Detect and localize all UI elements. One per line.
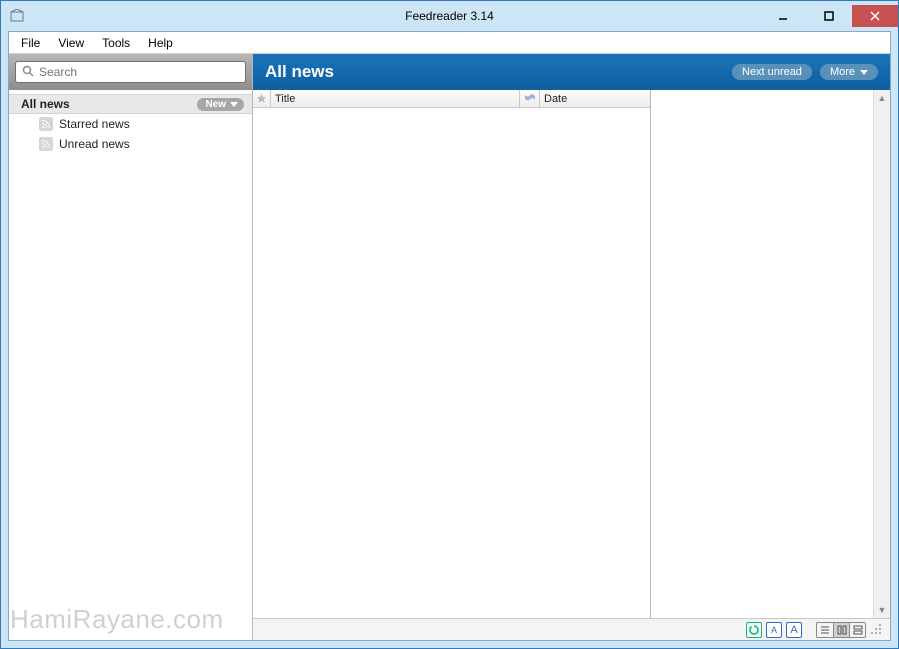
view-mode-group [816, 622, 866, 638]
view-split-button[interactable] [833, 623, 849, 637]
column-star[interactable] [253, 90, 271, 107]
scrollbar[interactable]: ▲ ▼ [873, 90, 890, 618]
window-controls [760, 5, 898, 27]
refresh-icon [749, 625, 759, 635]
more-label: More [830, 66, 855, 78]
more-button[interactable]: More [820, 64, 878, 80]
feed-tree: All news New Starred news Unread news [9, 90, 252, 640]
content-header: All news Next unread More [253, 54, 890, 90]
tree-item-starred[interactable]: Starred news [9, 114, 252, 134]
rss-icon [39, 137, 53, 151]
status-bar: A A [253, 618, 890, 640]
close-button[interactable] [852, 5, 898, 27]
tree-item-all-news[interactable]: All news New [9, 94, 252, 114]
split-view-icon [837, 625, 847, 635]
dropdown-icon [230, 102, 238, 107]
menu-help[interactable]: Help [140, 34, 181, 52]
wide-view-icon [853, 625, 863, 635]
dropdown-icon [860, 70, 868, 75]
app-icon [9, 8, 25, 24]
menu-file[interactable]: File [13, 34, 48, 52]
column-date-label: Date [544, 93, 567, 105]
tree-item-unread[interactable]: Unread news [9, 134, 252, 154]
page-title: All news [265, 62, 724, 82]
sidebar: All news New Starred news Unread news [9, 54, 253, 640]
column-title-label: Title [275, 93, 295, 105]
menu-tools[interactable]: Tools [94, 34, 138, 52]
minimize-button[interactable] [760, 5, 806, 27]
maximize-button[interactable] [806, 5, 852, 27]
column-date[interactable]: Date [540, 90, 650, 107]
next-unread-button[interactable]: Next unread [732, 64, 812, 80]
search-input[interactable] [39, 65, 239, 79]
article-list-pane: Title Date [253, 90, 651, 618]
search-bar [9, 54, 252, 90]
main-pane: All news Next unread More [253, 54, 890, 640]
article-list[interactable] [253, 108, 650, 618]
view-list-button[interactable] [817, 623, 833, 637]
tree-label: All news [21, 97, 70, 111]
next-unread-label: Next unread [742, 66, 802, 78]
font-smaller-button[interactable]: A [766, 622, 782, 638]
titlebar[interactable]: Feedreader 3.14 [1, 1, 898, 31]
column-flag[interactable] [520, 90, 540, 107]
column-headers: Title Date [253, 90, 650, 108]
flag-icon [524, 94, 536, 104]
content-split: Title Date ▲ [253, 90, 890, 618]
list-view-icon [820, 625, 830, 635]
search-icon [22, 65, 34, 80]
new-feed-button[interactable]: New [197, 98, 244, 111]
tree-label: Starred news [59, 117, 130, 131]
scroll-up-icon[interactable]: ▲ [878, 93, 887, 103]
new-button-label: New [205, 99, 226, 110]
search-field-wrap[interactable] [15, 61, 246, 83]
refresh-button[interactable] [746, 622, 762, 638]
font-larger-button[interactable]: A [786, 622, 802, 638]
menubar: File View Tools Help [9, 32, 890, 54]
app-window: Feedreader 3.14 File View Tools Help [0, 0, 899, 649]
tree-label: Unread news [59, 137, 130, 151]
rss-icon [39, 117, 53, 131]
body: All news New Starred news Unread news [9, 54, 890, 640]
scroll-down-icon[interactable]: ▼ [878, 605, 887, 615]
resize-grip[interactable] [870, 623, 884, 637]
menu-view[interactable]: View [50, 34, 92, 52]
column-title[interactable]: Title [271, 90, 520, 107]
view-wide-button[interactable] [849, 623, 865, 637]
star-icon [256, 93, 267, 104]
client-area: File View Tools Help All news [8, 31, 891, 641]
preview-pane: ▲ ▼ [651, 90, 890, 618]
